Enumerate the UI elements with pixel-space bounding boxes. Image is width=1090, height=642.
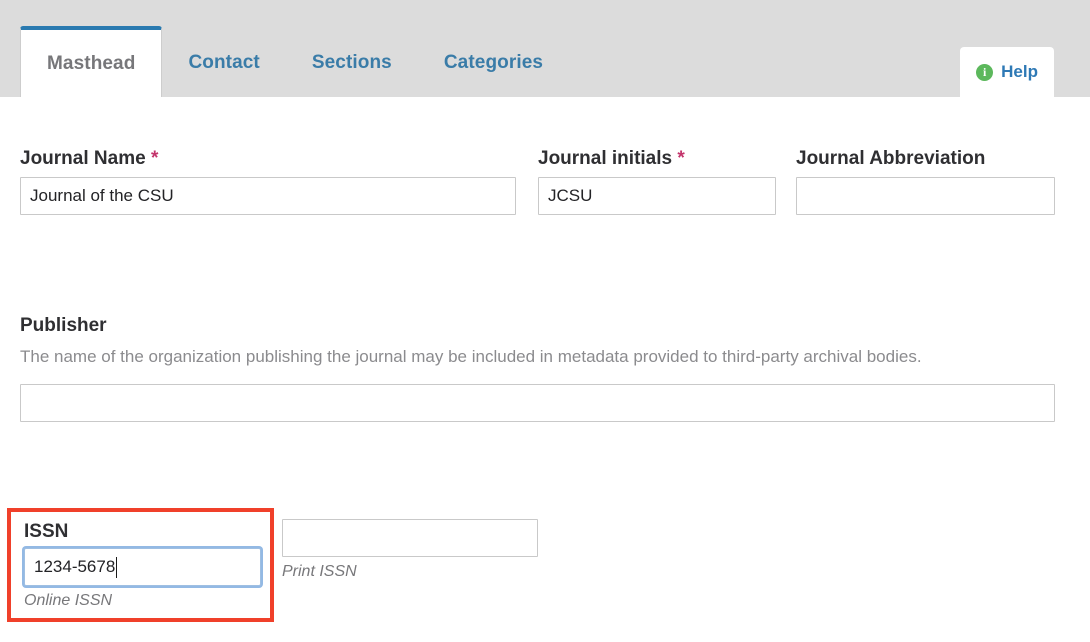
masthead-settings-page: Masthead Contact Sections Categories i H…: [0, 0, 1090, 642]
tab-masthead[interactable]: Masthead: [20, 26, 163, 97]
issn-red-highlight-box: ISSN 1234-5678 Online ISSN: [7, 508, 274, 622]
journal-initials-label: Journal initials *: [538, 148, 776, 170]
journal-name-label: Journal Name *: [20, 148, 516, 170]
journal-initials-input[interactable]: [538, 177, 776, 215]
journal-name-field-group: Journal Name *: [20, 148, 516, 215]
help-button-label: Help: [1001, 62, 1038, 81]
journal-initials-required-asterisk: *: [677, 148, 685, 169]
text-cursor: [116, 556, 118, 578]
publisher-description: The name of the organization publishing …: [20, 347, 922, 366]
tab-categories[interactable]: Categories: [418, 29, 569, 97]
tab-contact-label: Contact: [188, 52, 260, 73]
journal-abbreviation-input[interactable]: [796, 177, 1055, 215]
help-button[interactable]: i Help: [960, 47, 1054, 97]
issn-annotation-region: ISSN 1234-5678 Online ISSN: [7, 508, 274, 622]
tab-sections[interactable]: Sections: [286, 29, 418, 97]
online-issn-value: 1234-5678: [34, 557, 116, 576]
journal-initials-label-text: Journal initials: [538, 148, 673, 169]
publisher-field-group: Publisher The name of the organization p…: [20, 315, 1055, 422]
journal-name-input[interactable]: [20, 177, 516, 215]
journal-abbreviation-field-group: Journal Abbreviation: [796, 148, 1055, 215]
journal-initials-field-group: Journal initials *: [538, 148, 776, 215]
journal-name-required-asterisk: *: [150, 148, 159, 169]
info-circle-icon: i: [976, 63, 994, 81]
print-issn-hint: Print ISSN: [282, 563, 357, 580]
publisher-input[interactable]: [20, 383, 1055, 422]
tab-masthead-label: Masthead: [47, 52, 136, 74]
journal-abbreviation-label: Journal Abbreviation: [796, 148, 1055, 170]
journal-name-label-text: Journal Name: [20, 148, 146, 169]
print-issn-field-group: Print ISSN: [282, 519, 538, 581]
online-issn-input[interactable]: 1234-5678: [24, 548, 261, 586]
tab-categories-label: Categories: [443, 52, 544, 73]
issn-title: ISSN: [24, 521, 69, 542]
journal-abbreviation-label-text: Journal Abbreviation: [796, 148, 986, 169]
publisher-title: Publisher: [20, 315, 107, 336]
tab-sections-label: Sections: [311, 52, 392, 73]
tab-bar: Masthead Contact Sections Categories i H…: [0, 0, 1090, 97]
tab-list: Masthead Contact Sections Categories: [20, 0, 569, 97]
online-issn-hint: Online ISSN: [24, 592, 113, 609]
print-issn-input[interactable]: [282, 519, 538, 557]
masthead-form: Journal Name * Journal initials * Journa…: [0, 97, 1090, 642]
tab-contact[interactable]: Contact: [162, 29, 285, 97]
